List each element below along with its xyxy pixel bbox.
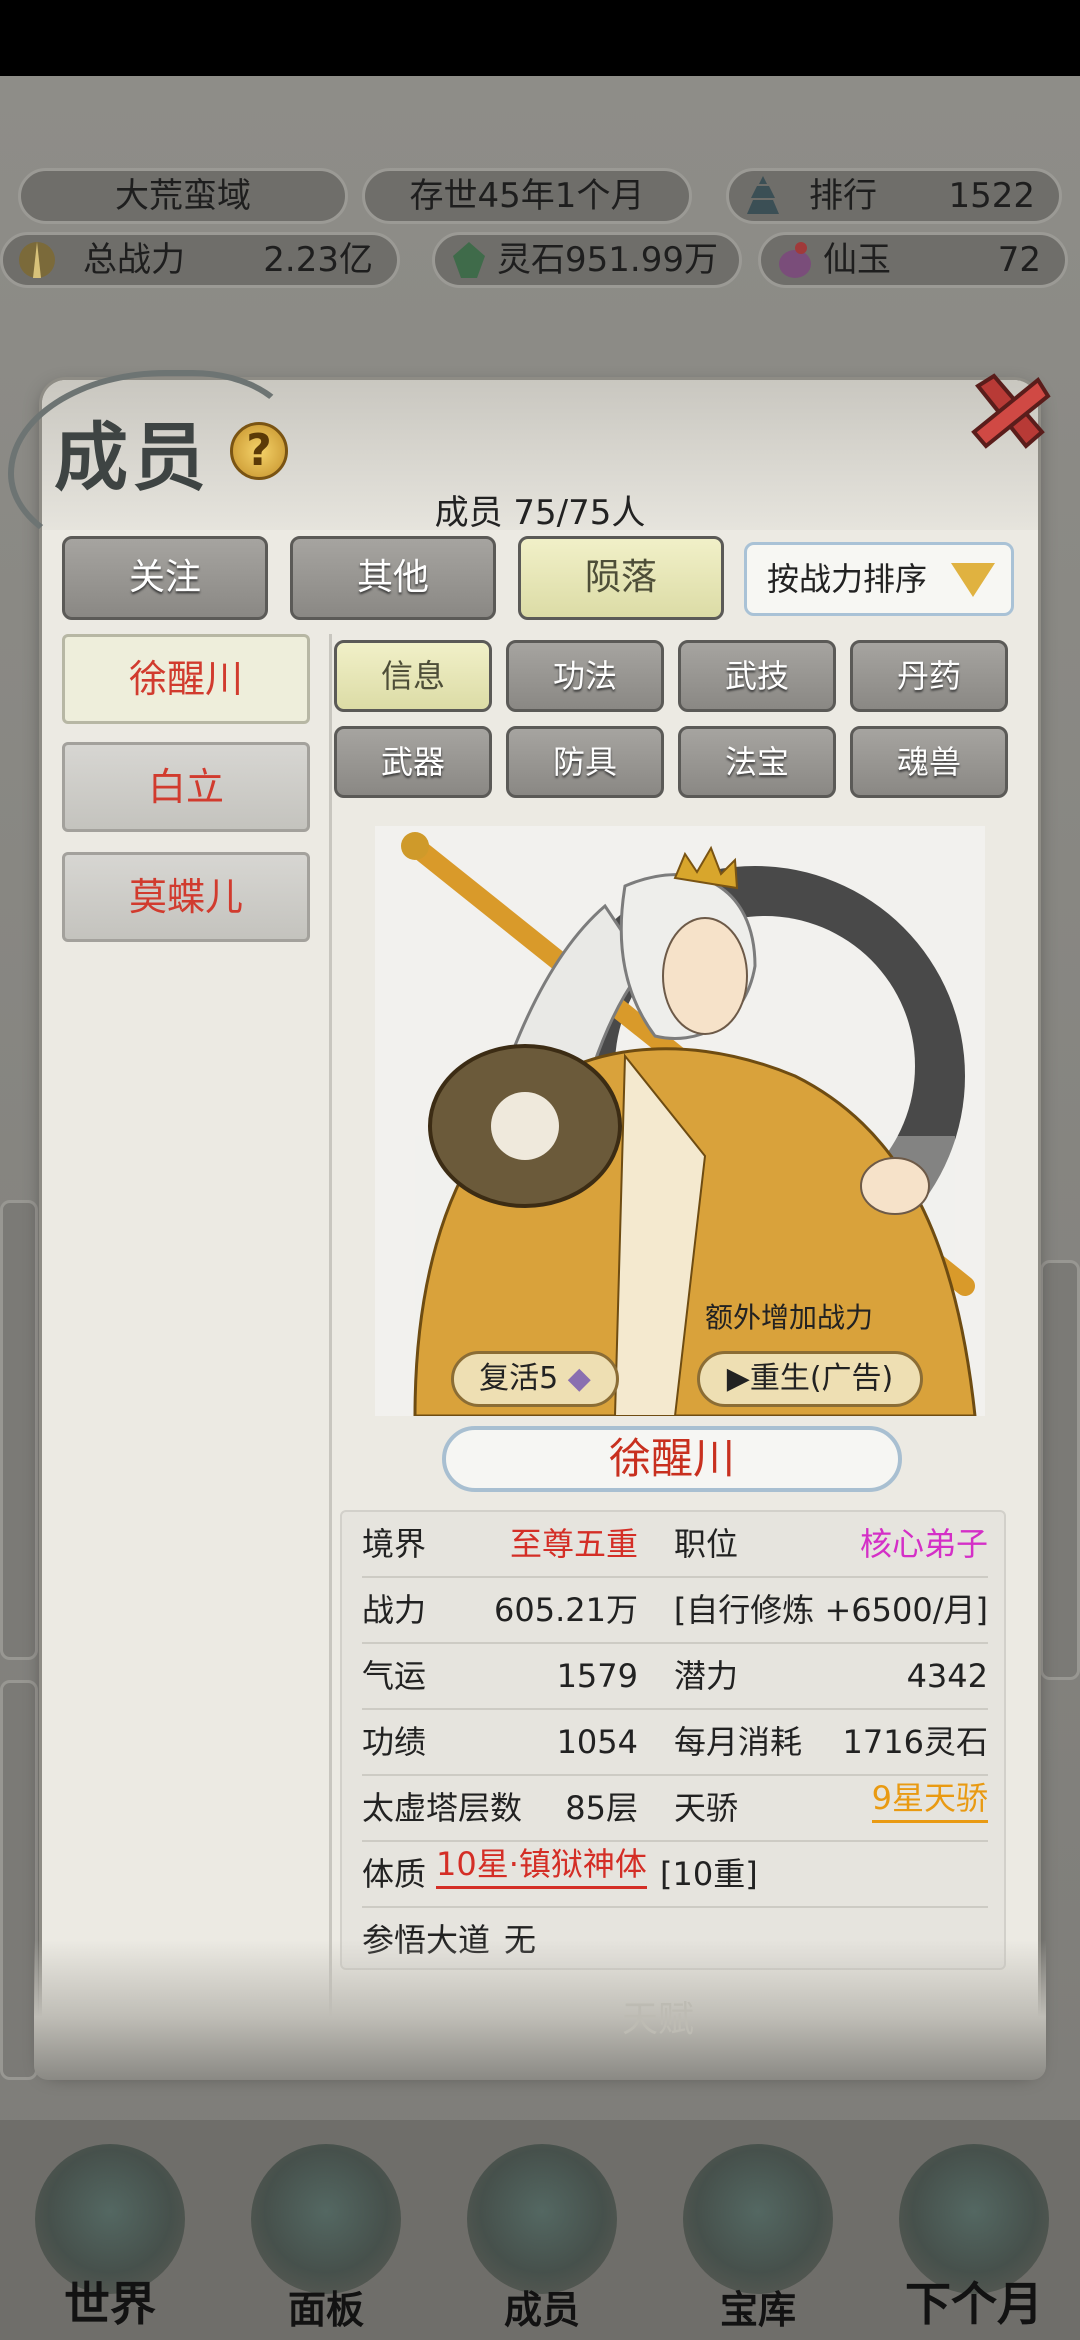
member-list-item[interactable]: 徐醒川: [62, 634, 310, 724]
genius-value[interactable]: 9星天骄: [871, 1776, 988, 1823]
merit-value: 1054: [556, 1723, 638, 1761]
total-power-bar: 总战力 2.23亿: [0, 232, 400, 288]
immortal-jade-label: 仙玉: [823, 240, 891, 280]
stat-row: 气运 1579 潜力 4342: [362, 1644, 988, 1710]
talent-tab-hint[interactable]: 天赋: [622, 1990, 694, 2042]
tab-pills[interactable]: 丹药: [850, 640, 1008, 712]
stat-row: 战力 605.21万 [自行修炼 +6500/月]: [362, 1578, 988, 1644]
tab-techniques[interactable]: 功法: [506, 640, 664, 712]
status-bar: [0, 0, 1080, 76]
tab-artifacts[interactable]: 法宝: [678, 726, 836, 798]
tab-weapons[interactable]: 武器: [334, 726, 492, 798]
spirit-stone-icon: [453, 242, 485, 278]
background-card: [0, 1200, 38, 1660]
genius-label: 天骄: [674, 1789, 739, 1827]
stat-row: 体质 10星·镇狱神体 [10重]: [362, 1842, 988, 1908]
spirit-stone-value: 灵石951.99万: [497, 240, 718, 280]
next-month-tab[interactable]: 下个月: [884, 2144, 1064, 2331]
tower-floor-label: 太虚塔层数: [362, 1789, 523, 1827]
treasury-tab-emblem: [683, 2144, 833, 2294]
potential-value: 4342: [906, 1657, 988, 1695]
next-month-tab-label: 下个月: [905, 2277, 1043, 2331]
training-info: [自行修炼 +6500/月]: [673, 1591, 988, 1629]
filter-fallen-button[interactable]: 陨落: [518, 536, 724, 620]
pagoda-icon: [747, 176, 779, 214]
time-bar: 存世45年1个月: [362, 168, 692, 224]
stat-row: 功绩 1054 每月消耗 1716灵石: [362, 1710, 988, 1776]
character-name: 徐醒川: [442, 1426, 902, 1492]
revive-label: 复活5: [479, 1361, 559, 1396]
immortal-jade-icon: [779, 242, 811, 278]
merit-label: 功绩: [362, 1723, 427, 1761]
help-icon[interactable]: ?: [230, 422, 288, 480]
stat-row: 境界 至尊五重 职位 核心弟子: [362, 1512, 988, 1578]
monthly-cost-label: 每月消耗: [674, 1723, 803, 1761]
tab-soul-beasts[interactable]: 魂兽: [850, 726, 1008, 798]
member-list-item[interactable]: 白立: [62, 742, 310, 832]
stat-row: 太虚塔层数 85层 天骄 9星天骄: [362, 1776, 988, 1842]
member-list: 徐醒川 白立 莫蝶儿: [62, 634, 332, 2054]
panel-tab[interactable]: 面板: [236, 2144, 416, 2332]
sort-label: 按战力排序: [767, 560, 928, 598]
world-tab-label: 世界: [64, 2277, 156, 2331]
modal-footer-clouds: [34, 1940, 1046, 2080]
position-label: 职位: [674, 1525, 739, 1563]
extra-power-note: 额外增加战力: [705, 1301, 874, 1334]
tower-floor-value: 85层: [565, 1789, 638, 1827]
members-tab-emblem: [467, 2144, 617, 2294]
filter-follow-button[interactable]: 关注: [62, 536, 268, 620]
power-value: 605.21万: [494, 1591, 638, 1629]
realm-bar: 大荒蛮域: [18, 168, 348, 224]
position-value: 核心弟子: [859, 1525, 988, 1563]
background-card: [0, 1680, 38, 2080]
member-list-item[interactable]: 莫蝶儿: [62, 852, 310, 942]
member-modal: 成员 ? 成员 75/75人 关注 其他 陨落 按战力排序 徐醒川 白立 莫蝶儿…: [8, 370, 1051, 2080]
physique-label: 体质: [362, 1855, 427, 1893]
revive-button[interactable]: 复活5 ◆: [451, 1351, 619, 1407]
rank-value: 1522: [948, 176, 1035, 216]
immortal-jade-value: 72: [997, 240, 1041, 280]
monthly-cost-value: 1716灵石: [842, 1723, 988, 1761]
reborn-ad-button[interactable]: ▶重生(广告): [697, 1351, 923, 1407]
sort-dropdown[interactable]: 按战力排序: [744, 542, 1014, 616]
treasury-tab-label: 宝库: [719, 2287, 796, 2332]
members-tab[interactable]: 成员: [452, 2144, 632, 2332]
realm-label: 境界: [362, 1525, 427, 1563]
tab-armor[interactable]: 防具: [506, 726, 664, 798]
chevron-down-icon: [951, 563, 995, 597]
character-illustration: [401, 832, 977, 1416]
immortal-jade-bar: 仙玉 72: [758, 232, 1068, 288]
crystal-icon: ◆: [567, 1361, 591, 1396]
panel-tab-emblem: [251, 2144, 401, 2294]
luck-value: 1579: [556, 1657, 638, 1695]
character-portrait: 额外增加战力 复活5 ◆ ▶重生(广告): [375, 826, 985, 1416]
treasury-tab[interactable]: 宝库: [668, 2144, 848, 2332]
background-card: [1040, 1260, 1080, 1680]
world-tab[interactable]: 世界: [20, 2144, 200, 2331]
rank-bar[interactable]: 排行 1522: [726, 168, 1062, 224]
spirit-stone-bar: 灵石951.99万: [432, 232, 742, 288]
tab-info[interactable]: 信息: [334, 640, 492, 712]
close-icon[interactable]: [964, 366, 1056, 458]
rank-label: 排行: [809, 176, 877, 216]
members-tab-label: 成员: [503, 2287, 580, 2332]
tab-martial-skills[interactable]: 武技: [678, 640, 836, 712]
panel-tab-label: 面板: [287, 2287, 364, 2332]
stats-table: 境界 至尊五重 职位 核心弟子 战力 605.21万 [自行修炼 +6500/月…: [340, 1510, 1006, 1970]
filter-other-button[interactable]: 其他: [290, 536, 496, 620]
physique-level: [10重]: [660, 1855, 758, 1893]
realm-value: 至尊五重: [509, 1525, 638, 1563]
potential-label: 潜力: [674, 1657, 739, 1695]
physique-value[interactable]: 10星·镇狱神体: [436, 1842, 647, 1889]
total-power-value: 2.23亿: [263, 240, 373, 280]
power-label: 战力: [362, 1591, 427, 1629]
total-power-label: 总战力: [83, 240, 185, 280]
sword-emblem-icon: [19, 242, 55, 278]
time-label: 存世45年1个月: [409, 176, 645, 216]
realm-label: 大荒蛮域: [115, 176, 251, 216]
member-count: 成员 75/75人: [434, 493, 646, 533]
luck-label: 气运: [362, 1657, 427, 1695]
